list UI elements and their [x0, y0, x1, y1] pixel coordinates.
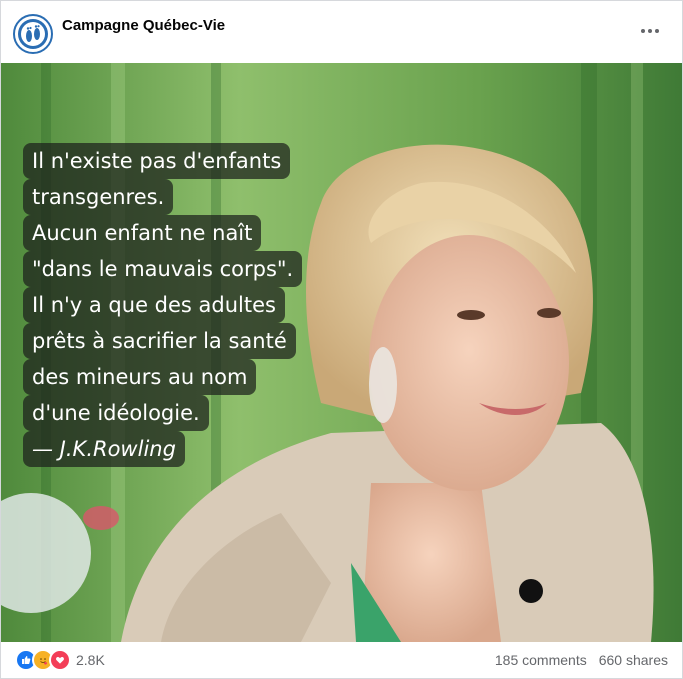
- reaction-count: 2.8K: [76, 652, 105, 668]
- love-icon: [49, 649, 71, 671]
- quote-line: transgenres.: [23, 179, 174, 215]
- comments-count-link[interactable]: 185 comments: [495, 652, 587, 668]
- quote-author: — J.K.Rowling: [23, 431, 185, 467]
- quote-line: prêts à sacrifier la santé: [23, 323, 296, 359]
- quote-overlay: Il n'existe pas d'enfants transgenres. A…: [23, 143, 303, 467]
- page-name-link[interactable]: Campagne Québec-Vie: [62, 17, 225, 34]
- engagement-stats: 185 comments 660 shares: [495, 652, 668, 668]
- reactions-summary[interactable]: 2.8K: [15, 649, 105, 671]
- quote-line: d'une idéologie.: [23, 395, 209, 431]
- more-options-icon[interactable]: [636, 19, 664, 43]
- quote-line: des mineurs au nom: [23, 359, 257, 395]
- quote-line: Il n'existe pas d'enfants: [23, 143, 291, 179]
- post-image[interactable]: Il n'existe pas d'enfants transgenres. A…: [1, 63, 682, 642]
- quote-line: Aucun enfant ne naît: [23, 215, 262, 251]
- quote-line: Il n'y a que des adultes: [23, 287, 285, 323]
- quote-line: "dans le mauvais corps".: [23, 251, 303, 287]
- post-header: Campagne Québec-Vie: [1, 1, 682, 63]
- post-footer: 2.8K 185 comments 660 shares: [1, 642, 682, 678]
- feet-logo-icon: [18, 19, 48, 49]
- page-avatar[interactable]: [13, 14, 53, 54]
- shares-count-link[interactable]: 660 shares: [599, 652, 668, 668]
- post-card: Campagne Québec-Vie Il n'existe pas d'en…: [0, 0, 683, 679]
